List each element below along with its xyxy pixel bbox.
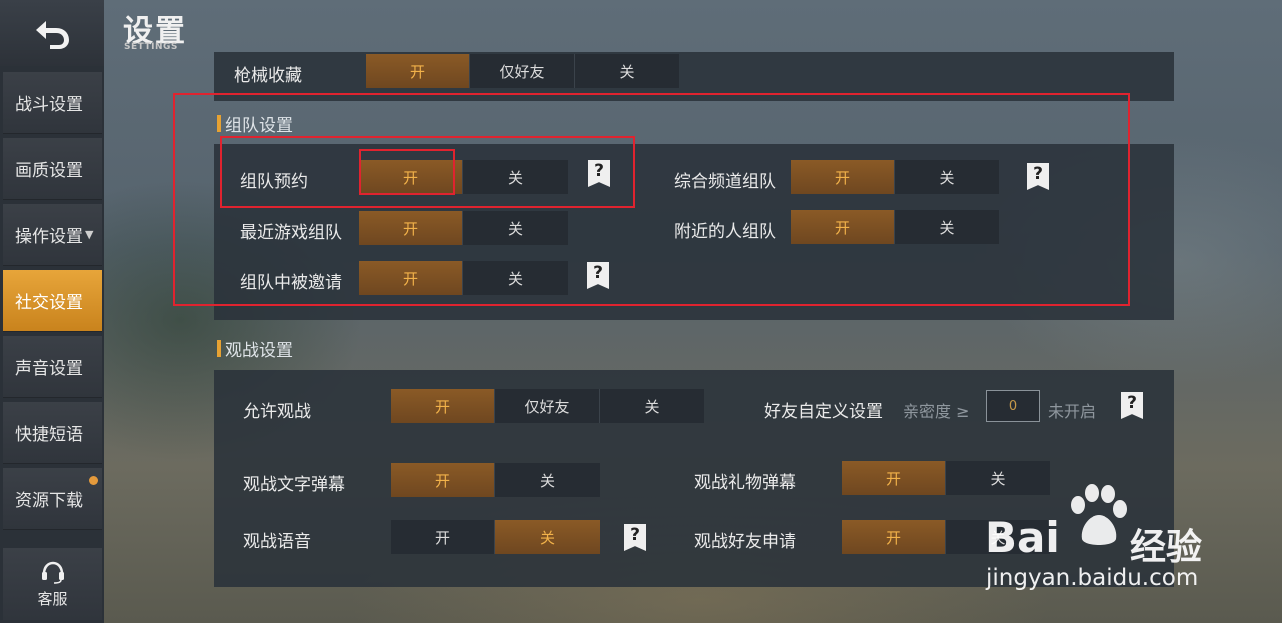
gun-option-off[interactable]: 关 [575,54,679,88]
intimacy-label: 亲密度 ≥ [903,402,970,421]
team-reserve-on-highlight-box [359,149,455,195]
gift-barrage-label: 观战礼物弹幕 [694,473,796,493]
gun-collection-toggle: 开 仅好友 关 [366,54,679,88]
customer-service-label: 客服 [37,589,68,608]
text-barrage-toggle: 开 关 [391,463,600,497]
spectate-voice-label: 观战语音 [243,532,311,552]
sidebar-item-downloads[interactable]: 资源下载 [3,468,102,530]
friend-request-on[interactable]: 开 [842,520,946,554]
page-subtitle: SETTINGS [124,42,178,52]
sidebar-item-label: 社交设置 [15,293,83,313]
caret-down-icon: ▼ [85,228,94,241]
allow-spectate-label: 允许观战 [243,402,311,422]
allow-spectate-toggle: 开 仅好友 关 [391,389,704,423]
sidebar-item-label: 资源下载 [15,491,83,511]
gift-barrage-toggle: 开 关 [842,461,1050,495]
allow-spectate-on[interactable]: 开 [391,389,495,423]
text-barrage-off[interactable]: 关 [495,463,600,497]
watermark-brand: Bai [985,513,1060,562]
spectate-section-text: 观战设置 [225,341,293,361]
spectate-voice-off[interactable]: 关 [495,520,600,554]
sidebar: 战斗设置 画质设置 操作设置 ▼ 社交设置 声音设置 快捷短语 资源下载 客服 [0,0,104,623]
sidebar-item-graphics[interactable]: 画质设置 [3,138,102,200]
notification-dot [89,476,98,485]
gift-barrage-on[interactable]: 开 [842,461,946,495]
allow-spectate-friends[interactable]: 仅好友 [495,389,600,423]
sidebar-item-label: 战斗设置 [15,95,83,115]
customer-service-button[interactable]: 客服 [3,548,102,620]
sidebar-item-quick-phrases[interactable]: 快捷短语 [3,402,102,464]
sidebar-item-label: 操作设置 [15,227,83,247]
sidebar-item-label: 快捷短语 [15,425,83,445]
headset-icon [41,561,64,584]
text-barrage-label: 观战文字弹幕 [243,475,345,495]
intimacy-input[interactable]: 0 [986,390,1040,422]
sidebar-item-social[interactable]: 社交设置 [3,270,102,332]
gun-option-friends[interactable]: 仅好友 [470,54,575,88]
baidu-paw-logo [1071,484,1127,545]
allow-spectate-off[interactable]: 关 [600,389,704,423]
spectate-section-title: 观战设置 [217,336,293,361]
gift-barrage-off[interactable]: 关 [946,461,1050,495]
sidebar-item-sound[interactable]: 声音设置 [3,336,102,398]
watermark-brand-suffix: 经验 [1130,527,1203,568]
spectate-voice-on[interactable]: 开 [391,520,495,554]
sidebar-item-label: 画质设置 [15,161,83,181]
friend-request-label: 观战好友申请 [694,532,796,552]
back-button[interactable] [0,0,104,66]
sidebar-item-combat[interactable]: 战斗设置 [3,72,102,134]
gun-option-on[interactable]: 开 [366,54,470,88]
spectate-voice-toggle: 开 关 [391,520,600,554]
friend-custom-status: 未开启 [1048,402,1097,421]
friend-custom-label: 好友自定义设置 [764,402,883,422]
text-barrage-on[interactable]: 开 [391,463,495,497]
sidebar-item-controls[interactable]: 操作设置 ▼ [3,204,102,266]
sidebar-item-label: 声音设置 [15,359,83,379]
accent-bar [217,340,221,357]
watermark-url: jingyan.baidu.com [986,565,1199,591]
gun-collection-label: 枪械收藏 [234,66,302,86]
back-arrow-icon [36,21,69,49]
